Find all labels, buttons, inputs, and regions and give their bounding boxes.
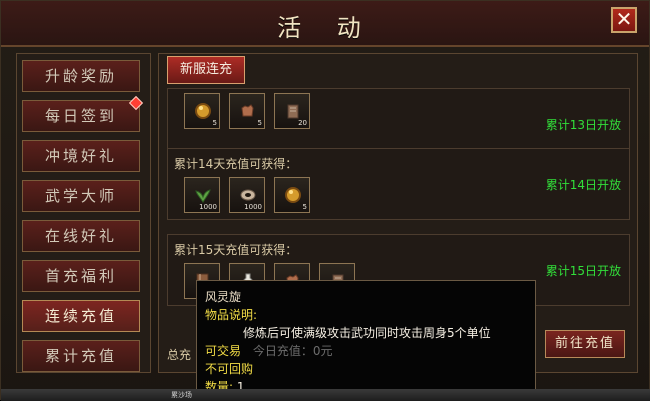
reward-status: 累计14日开放 [545, 178, 621, 192]
sidebar-item-label: 每日签到 [44, 107, 117, 125]
reward-row: 累计14天充值可获得： 累计14日开放 1000 1000 5 [167, 148, 630, 220]
item-qty: 5 [212, 119, 217, 127]
tooltip-tradable: 可交易 [205, 344, 242, 358]
sidebar-item-label: 连续充值 [44, 307, 117, 325]
tooltip-trade-row: 可交易 今日充值：0元 [205, 342, 527, 360]
item-qty: 5 [257, 119, 262, 127]
close-button[interactable]: ✕ [611, 7, 637, 33]
sidebar-item-daily-checkin[interactable]: 每日签到 [22, 95, 144, 132]
item-qty: 5 [302, 203, 307, 211]
item-tooltip: 风灵旋 物品说明: 修炼后可使满级攻击武功同时攻击周身5个单位 可交易 今日充值… [196, 280, 536, 401]
gold-ball-icon [282, 184, 304, 206]
title-bar: 活 动 ✕ [1, 1, 649, 47]
sidebar-item-label: 武学大师 [44, 187, 117, 205]
reward-status: 累计13日开放 [545, 118, 621, 132]
tooltip-desc: 修炼后可使满级攻击武功同时攻击周身5个单位 [243, 326, 491, 340]
item-qty: 1000 [199, 203, 217, 211]
reward-item[interactable]: 1000 [229, 177, 265, 213]
window-title: 活 动 [277, 14, 375, 42]
sidebar-item-label: 首充福利 [44, 267, 117, 285]
bottom-bar [1, 389, 650, 401]
reward-label: 累计15天充值可获得： [174, 243, 298, 257]
sidebar-item-online-gift[interactable]: 在线好礼 [22, 220, 140, 252]
sidebar-item-martial-master[interactable]: 武学大师 [22, 180, 140, 212]
sidebar-item-level-reward[interactable]: 升龄奖励 [22, 60, 140, 92]
bottom-text: 累沙场 [171, 391, 192, 399]
reward-label: 累计14天充值可获得： [174, 157, 298, 171]
notification-dot-icon [128, 95, 144, 111]
close-icon: ✕ [615, 7, 633, 31]
sidebar-item-continuous-charge[interactable]: 连续充值 [22, 300, 140, 332]
item-qty: 20 [298, 119, 307, 127]
sidebar-item-label: 升龄奖励 [44, 67, 117, 85]
tooltip-non-recyclable: 不可回购 [205, 362, 254, 376]
reward-item[interactable]: 5 [229, 93, 265, 129]
sidebar-item-breakthrough[interactable]: 冲境好礼 [22, 140, 140, 172]
total-charge-label: 总充 [167, 348, 192, 362]
activity-window: 活 动 ✕ 升龄奖励 每日签到 冲境好礼 武学大师 在线好礼 首充福利 连续充值… [0, 0, 650, 401]
sidebar: 升龄奖励 每日签到 冲境好礼 武学大师 在线好礼 首充福利 连续充值 累计充值 [16, 53, 151, 373]
hand-icon [237, 100, 259, 122]
go-to-charge-button[interactable]: 前往充值 [545, 330, 625, 358]
tab-label: 新服连充 [179, 62, 232, 77]
reward-item[interactable]: 20 [274, 93, 310, 129]
sidebar-item-first-charge[interactable]: 首充福利 [22, 260, 140, 292]
tab-new-server-charge[interactable]: 新服连充 [167, 56, 245, 84]
go-to-charge-label: 前往充值 [554, 336, 615, 351]
gold-ball-icon [192, 100, 214, 122]
tooltip-item-name: 风灵旋 [205, 290, 242, 304]
reward-item[interactable]: 5 [184, 93, 220, 129]
sidebar-item-label: 累计充值 [44, 347, 117, 365]
tooltip-desc-label: 物品说明: [205, 308, 258, 322]
reward-status: 累计15日开放 [545, 264, 621, 278]
sidebar-item-cumulative-charge[interactable]: 累计充值 [22, 340, 140, 372]
item-qty: 1000 [244, 203, 262, 211]
tooltip-today-charge: 今日充值：0元 [252, 344, 333, 358]
sidebar-item-label: 在线好礼 [44, 227, 117, 245]
reward-item[interactable]: 5 [274, 177, 310, 213]
reward-item[interactable]: 1000 [184, 177, 220, 213]
sidebar-item-label: 冲境好礼 [44, 147, 117, 165]
